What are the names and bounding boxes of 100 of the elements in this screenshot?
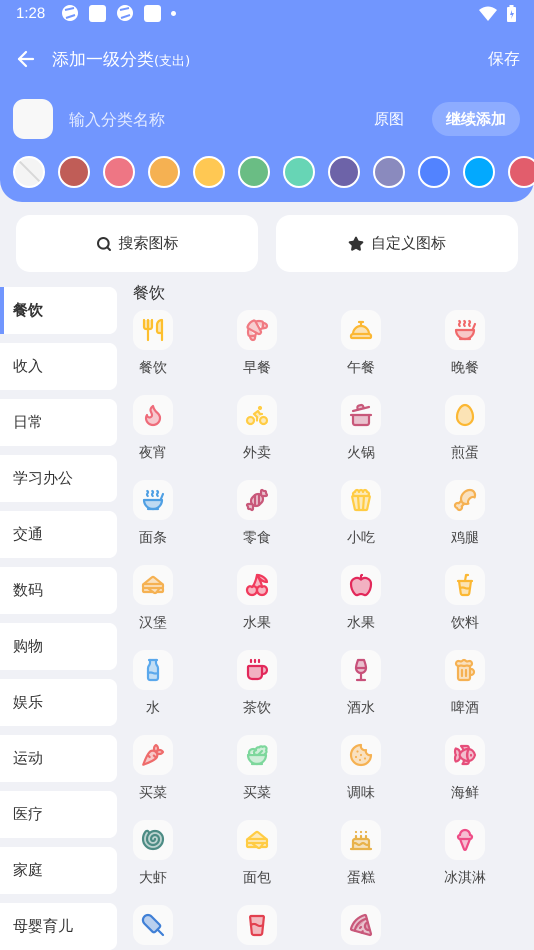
category-tab[interactable]: 学习办公 xyxy=(0,455,117,502)
icon-tile[interactable] xyxy=(237,565,277,605)
cooking-pot-icon xyxy=(349,403,373,427)
bicycle-icon xyxy=(245,403,269,427)
color-swatch[interactable] xyxy=(238,156,270,188)
coffee-cup-icon xyxy=(245,658,269,682)
category-tab[interactable]: 运动 xyxy=(0,735,117,782)
page-title: 添加一级分类(支出) xyxy=(52,48,192,70)
icon-label: 煎蛋 xyxy=(450,444,480,462)
icon-tile[interactable] xyxy=(341,735,381,775)
carrot-icon xyxy=(141,743,165,767)
app-notification-icon xyxy=(61,4,80,22)
color-swatch[interactable] xyxy=(418,156,450,188)
color-swatch[interactable] xyxy=(328,156,360,188)
icon-tile[interactable] xyxy=(445,650,485,690)
icon-tile[interactable] xyxy=(445,395,485,435)
icon-label: 蛋糕 xyxy=(346,869,376,887)
icon-tile[interactable] xyxy=(237,480,277,520)
icon-tile[interactable] xyxy=(341,820,381,860)
name-input[interactable]: 输入分类名称 xyxy=(67,108,360,130)
icon-tile[interactable] xyxy=(133,820,173,860)
icon-label: 饮料 xyxy=(450,614,480,632)
icon-tile[interactable] xyxy=(445,565,485,605)
icon-label: 大虾 xyxy=(138,869,168,887)
custom-icon-button[interactable]: 自定义图标 xyxy=(276,215,518,272)
beer-mug-icon xyxy=(453,658,477,682)
color-swatch[interactable] xyxy=(508,156,534,188)
drumstick-icon xyxy=(453,488,477,512)
icon-tile[interactable] xyxy=(133,905,173,945)
soup-bowl-icon xyxy=(141,488,165,512)
icon-tile[interactable] xyxy=(133,310,173,350)
icon-tile[interactable] xyxy=(133,395,173,435)
icon-tile[interactable] xyxy=(237,395,277,435)
star-icon xyxy=(348,236,364,252)
icon-tile[interactable] xyxy=(341,480,381,520)
icon-tile[interactable] xyxy=(341,565,381,605)
icon-tile[interactable] xyxy=(133,650,173,690)
icon-label: 早餐 xyxy=(242,359,272,377)
soup-bowl-icon xyxy=(453,318,477,342)
icon-preview[interactable] xyxy=(13,99,53,139)
icon-tile[interactable] xyxy=(341,650,381,690)
icon-label: 面包 xyxy=(242,869,272,887)
icon-tile[interactable] xyxy=(237,650,277,690)
wifi-icon xyxy=(479,6,497,20)
fish-icon xyxy=(453,743,477,767)
icon-label: 汉堡 xyxy=(138,614,168,632)
icon-tile[interactable] xyxy=(341,395,381,435)
icon-tile[interactable] xyxy=(237,905,277,945)
category-tab[interactable]: 餐饮 xyxy=(0,287,117,334)
icon-label: 火锅 xyxy=(346,444,376,462)
section-title: 餐饮 xyxy=(133,283,166,304)
category-tab[interactable]: 娱乐 xyxy=(0,679,117,726)
pizza-icon xyxy=(349,913,373,937)
icon-tile[interactable] xyxy=(341,905,381,945)
icon-label: 餐饮 xyxy=(138,359,168,377)
search-icon xyxy=(96,236,112,252)
icon-tile[interactable] xyxy=(237,310,277,350)
icon-tile[interactable] xyxy=(341,310,381,350)
salad-icon xyxy=(245,743,269,767)
category-tab[interactable]: 母婴育儿 xyxy=(0,903,117,950)
icon-label: 晚餐 xyxy=(450,359,480,377)
category-tab[interactable]: 数码 xyxy=(0,567,117,614)
icon-tile[interactable] xyxy=(445,310,485,350)
icon-label: 酒水 xyxy=(346,699,376,717)
category-tab[interactable]: 日常 xyxy=(0,399,117,446)
icon-label: 调味 xyxy=(346,784,376,802)
more-notifications-icon xyxy=(171,10,176,16)
category-tab[interactable]: 交通 xyxy=(0,511,117,558)
color-swatch[interactable] xyxy=(373,156,405,188)
color-swatch[interactable] xyxy=(148,156,180,188)
no-color-swatch[interactable] xyxy=(13,156,45,188)
icon-tile[interactable] xyxy=(445,735,485,775)
icon-tile[interactable] xyxy=(237,820,277,860)
icon-label: 水果 xyxy=(346,614,376,632)
color-swatch[interactable] xyxy=(103,156,135,188)
icon-label: 买菜 xyxy=(138,784,168,802)
icon-tile[interactable] xyxy=(445,480,485,520)
color-swatch[interactable] xyxy=(193,156,225,188)
category-tab[interactable]: 家庭 xyxy=(0,847,117,894)
category-tab[interactable]: 医疗 xyxy=(0,791,117,838)
status-time: 1:28 xyxy=(16,4,46,22)
icon-tile[interactable] xyxy=(133,735,173,775)
cloche-icon xyxy=(349,318,373,342)
icon-tile[interactable] xyxy=(133,480,173,520)
icon-tile[interactable] xyxy=(133,565,173,605)
color-swatch[interactable] xyxy=(283,156,315,188)
app-notification-icon xyxy=(116,4,134,22)
color-swatch[interactable] xyxy=(463,156,495,188)
color-swatch[interactable] xyxy=(58,156,90,188)
icon-tile[interactable] xyxy=(237,735,277,775)
apple-icon xyxy=(349,573,373,597)
icon-label: 海鲜 xyxy=(450,784,480,802)
icon-label: 午餐 xyxy=(346,359,376,377)
category-tab[interactable]: 收入 xyxy=(0,343,117,390)
icon-tile[interactable] xyxy=(445,820,485,860)
cherry-icon xyxy=(245,573,269,597)
app-notification-icon xyxy=(89,4,106,22)
icon-label: 水 xyxy=(145,699,161,717)
search-icons-button[interactable]: 搜索图标 xyxy=(16,215,258,272)
category-tab[interactable]: 购物 xyxy=(0,623,117,670)
